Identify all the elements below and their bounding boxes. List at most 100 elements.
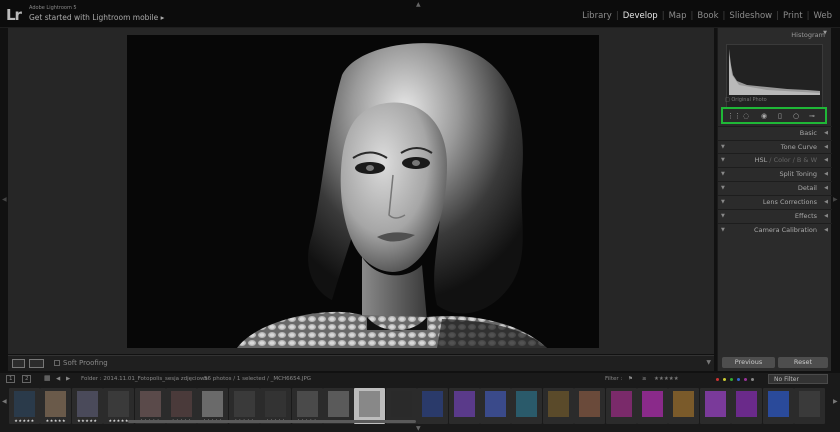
filmstrip-thumbnail[interactable]: ★★★★★ — [103, 388, 135, 424]
grid-icon[interactable]: ▦ — [44, 374, 51, 382]
bw-tab[interactable]: B & W — [797, 156, 817, 164]
filmstrip-thumbnail[interactable] — [699, 388, 731, 424]
thumbnail-rating: ★★★★★ — [14, 418, 35, 423]
module-map[interactable]: Map — [667, 11, 689, 21]
filmstrip-thumbnail[interactable] — [542, 388, 574, 424]
panel-detail[interactable]: ▼ Detail ◀ — [718, 181, 832, 194]
module-print[interactable]: Print — [781, 11, 805, 21]
lightroom-logo: Lr — [6, 6, 22, 24]
panel-detail-label: Detail — [797, 184, 817, 192]
filmstrip-thumbnail[interactable]: ★★★★★ — [9, 388, 40, 424]
filmstrip-thumbnail[interactable] — [480, 388, 511, 424]
triangle-icon: ▼ — [721, 199, 725, 205]
module-slideshow[interactable]: Slideshow — [727, 11, 774, 21]
folder-path[interactable]: Folder : 2014.11.01_Fotopolis_sesja zdję… — [81, 376, 208, 382]
triangle-icon[interactable]: ▼ — [823, 30, 827, 36]
color-tab[interactable]: Color — [774, 156, 791, 164]
filmstrip-right-icon[interactable]: ▶ — [833, 398, 838, 405]
thumbnail-image — [579, 391, 601, 417]
right-panel-toggle-icon[interactable]: ▶ — [833, 196, 838, 203]
crop-icon[interactable]: ⋮⋮ — [727, 112, 741, 120]
soft-proofing-label: Soft Proofing — [63, 359, 108, 367]
flag-filter-icon[interactable]: ⚑ — [628, 376, 633, 382]
page-2-label: 2 — [25, 376, 29, 382]
module-web[interactable]: Web — [811, 11, 834, 21]
label-other-icon[interactable] — [751, 378, 754, 381]
filmstrip-thumbnail[interactable] — [637, 388, 668, 424]
panel-camera-calibration[interactable]: ▼ Camera Calibration ◀ — [718, 223, 832, 236]
filmstrip-thumbnail[interactable] — [511, 388, 543, 424]
filmstrip-thumbnail[interactable] — [417, 388, 449, 424]
filmstrip-left-icon[interactable]: ◀ — [2, 398, 7, 405]
graduated-filter-icon[interactable]: ▯ — [778, 112, 782, 120]
panel-tone-curve[interactable]: ▼ Tone Curve ◀ — [718, 140, 832, 153]
panel-basic-label: Basic — [799, 129, 817, 137]
module-library[interactable]: Library — [580, 11, 614, 21]
forward-arrow-icon[interactable]: ▶ — [66, 376, 70, 382]
panel-tone-curve-label: Tone Curve — [780, 143, 817, 151]
panel-camera-calibration-label: Camera Calibration — [754, 226, 817, 234]
radial-filter-icon[interactable]: ○ — [793, 112, 799, 120]
soft-proofing-checkbox[interactable] — [54, 360, 60, 366]
triangle-icon: ◀ — [824, 227, 828, 233]
filmstrip-thumbnail[interactable] — [605, 388, 637, 424]
panel-hsl-label: HSL / Color / B & W — [754, 156, 817, 164]
main-photo[interactable] — [127, 35, 599, 348]
back-arrow-icon[interactable]: ◀ — [56, 376, 60, 382]
module-book[interactable]: Book — [695, 11, 720, 21]
photo-count[interactable]: 56 photos / 1 selected / _MCH6654.JPG — [204, 376, 311, 382]
hsl-tab[interactable]: HSL — [755, 156, 768, 164]
bottom-panel-toggle-icon[interactable]: ▼ — [416, 425, 421, 432]
panel-hsl[interactable]: ▼ HSL / Color / B & W ◀ — [718, 153, 832, 166]
filmstrip-thumbnail[interactable] — [762, 388, 794, 424]
filmstrip-thumbnail[interactable] — [385, 388, 417, 424]
toolbar-menu-icon[interactable]: ▼ — [706, 359, 711, 366]
filmstrip-thumbnail[interactable] — [354, 388, 386, 424]
triangle-icon: ◀ — [824, 157, 828, 163]
previous-button[interactable]: Previous — [722, 357, 775, 368]
filmstrip-thumbnail[interactable]: ★★★★★ — [71, 388, 103, 424]
panel-effects[interactable]: ▼ Effects ◀ — [718, 209, 832, 222]
module-develop[interactable]: Develop — [621, 11, 660, 21]
view-loupe-icon[interactable] — [12, 359, 25, 368]
triangle-icon: ▼ — [721, 144, 725, 150]
filmstrip-thumbnail[interactable]: ★★★★★ — [134, 388, 166, 424]
page-1-label: 1 — [9, 376, 13, 382]
spot-removal-icon[interactable]: ◌ — [743, 112, 749, 120]
label-purple-icon[interactable] — [744, 378, 747, 381]
panel-lens-corrections[interactable]: ▼ Lens Corrections ◀ — [718, 195, 832, 208]
filmstrip-thumbnail[interactable] — [323, 388, 354, 424]
panel-basic[interactable]: Basic ◀ — [718, 126, 832, 139]
filmstrip-thumbnail[interactable]: ★★★★★ — [228, 388, 260, 424]
adjustment-brush-icon[interactable]: ⊸ — [809, 112, 815, 120]
mobile-promo-link[interactable]: Get started with Lightroom mobile ▸ — [29, 13, 164, 22]
filmstrip-thumbnail[interactable] — [731, 388, 763, 424]
filmstrip-thumbnail[interactable]: ★★★★★ — [197, 388, 229, 424]
view-compare-icon[interactable] — [29, 359, 44, 368]
filmstrip-thumbnail[interactable]: ★★★★★ — [291, 388, 323, 424]
filmstrip-thumbnail[interactable]: ★★★★★ — [260, 388, 292, 424]
filmstrip-thumbnail[interactable] — [448, 388, 480, 424]
top-panel-toggle-icon[interactable]: ▲ — [416, 1, 421, 8]
reset-button[interactable]: Reset — [778, 357, 828, 368]
triangle-icon: ◀ — [824, 171, 828, 177]
filmstrip-thumbnail[interactable]: ★★★★★ — [166, 388, 197, 424]
portrait-image — [127, 35, 599, 348]
filmstrip-thumbnail[interactable]: ★★★★★ — [40, 388, 72, 424]
panel-split-toning[interactable]: ▼ Split Toning ◀ — [718, 167, 832, 180]
filmstrip-thumbnail[interactable] — [668, 388, 700, 424]
left-panel-toggle-icon[interactable]: ◀ — [2, 196, 7, 203]
red-eye-icon[interactable]: ◉ — [761, 112, 767, 120]
panel-lens-corrections-label: Lens Corrections — [762, 198, 817, 206]
rating-filter-stars[interactable]: ★★★★★ — [654, 376, 679, 382]
label-blue-icon[interactable] — [737, 378, 740, 381]
filmstrip-scrollbar[interactable] — [128, 420, 416, 423]
label-green-icon[interactable] — [730, 378, 733, 381]
histogram-title[interactable]: Histogram — [791, 31, 825, 39]
label-yellow-icon[interactable] — [723, 378, 726, 381]
filmstrip-thumbnail[interactable] — [794, 388, 825, 424]
filter-preset-select[interactable]: No Filter — [768, 374, 828, 384]
label-red-icon[interactable] — [716, 378, 719, 381]
filmstrip-thumbnail[interactable] — [574, 388, 606, 424]
rating-filter-icon[interactable]: ≥ — [642, 376, 647, 382]
